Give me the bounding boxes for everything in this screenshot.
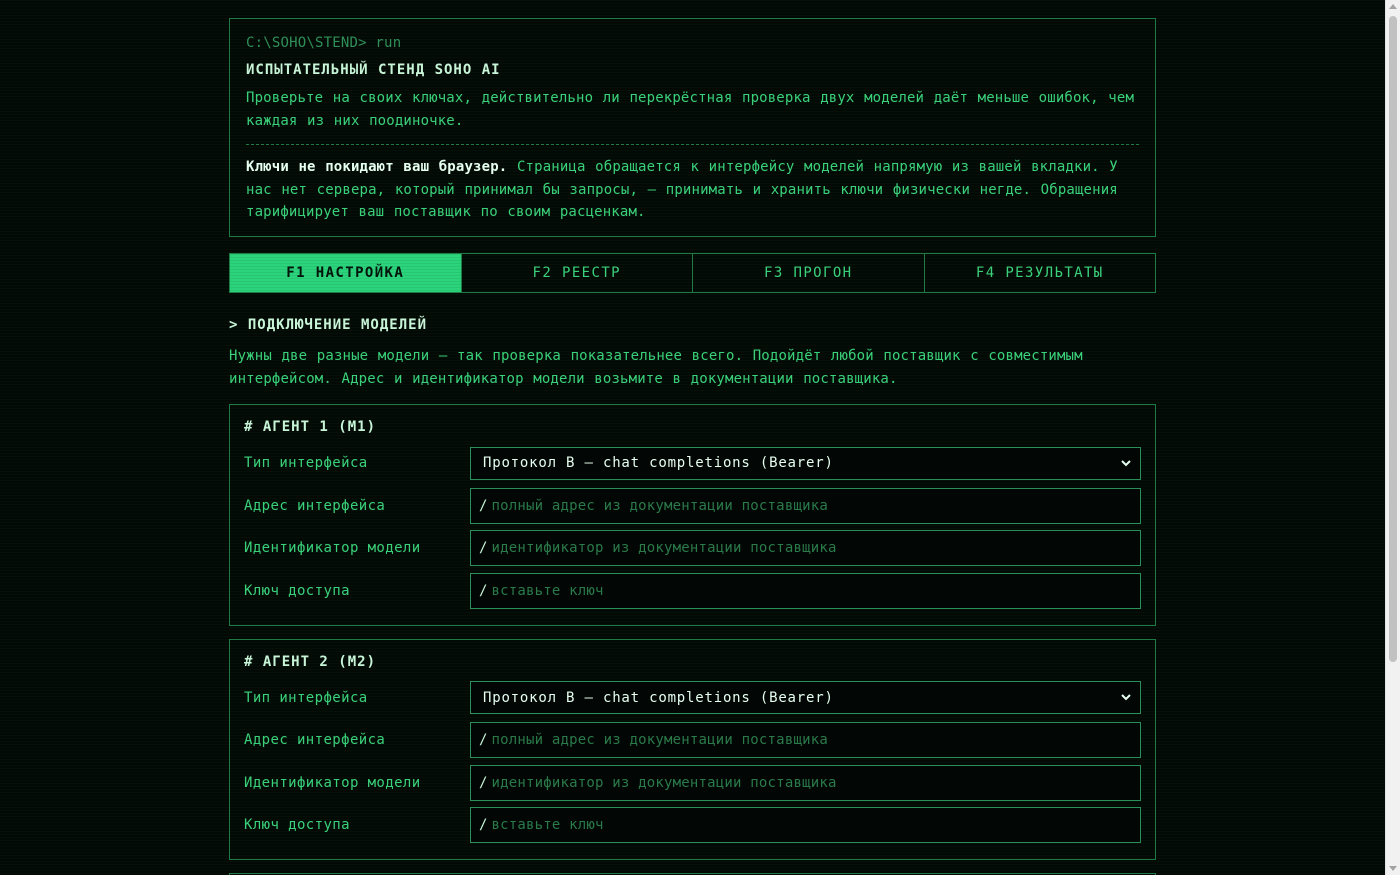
- agent-card-2: # АГЕНТ 2 (M2) Тип интерфейса Протокол B…: [229, 638, 1156, 860]
- intro-description: Проверьте на своих ключах, действительно…: [246, 90, 1135, 129]
- scroll-down-arrow-icon[interactable]: [1389, 866, 1397, 871]
- form-row-model-id: Идентификатор модели /: [244, 764, 1141, 801]
- access-key-field-wrapper: /: [470, 572, 1141, 609]
- intro-panel: C:\SOHO\STEND> run ИСПЫТАТЕЛЬНЫЙ СТЕНД S…: [229, 18, 1156, 237]
- agent-title: # АГЕНТ 1 (M1): [244, 419, 377, 435]
- input-prefix: /: [479, 817, 488, 833]
- input-prefix: /: [479, 540, 488, 556]
- address-label: Адрес интерфейса: [244, 732, 386, 748]
- tab-run[interactable]: F3 ПРОГОН: [693, 254, 925, 292]
- tab-setup[interactable]: F1 НАСТРОЙКА: [230, 254, 462, 292]
- scroll-up-arrow-icon[interactable]: [1389, 4, 1397, 9]
- model-id-input[interactable]: [491, 774, 1132, 791]
- access-key-input[interactable]: [491, 582, 1132, 599]
- tab-bar: F1 НАСТРОЙКА F2 РЕЕСТР F3 ПРОГОН F4 РЕЗУ…: [229, 253, 1156, 293]
- form-row-access-key: Ключ доступа /: [244, 572, 1141, 609]
- model-id-field-wrapper: /: [470, 764, 1141, 801]
- agent-card-1: # АГЕНТ 1 (M1) Тип интерфейса Протокол B…: [229, 404, 1156, 626]
- access-key-input[interactable]: [491, 817, 1132, 833]
- input-prefix: /: [479, 774, 488, 791]
- tab-registry[interactable]: F2 РЕЕСТР: [462, 254, 693, 292]
- input-prefix: /: [479, 582, 488, 599]
- address-field-wrapper: /: [470, 487, 1141, 524]
- form-row-access-key: Ключ доступа /: [244, 807, 1141, 843]
- chevron-down-icon: [1120, 457, 1132, 469]
- interface-type-value: Протокол B — chat completions (Bearer): [483, 689, 834, 706]
- model-id-label: Идентификатор модели: [244, 774, 421, 791]
- model-id-field-wrapper: /: [470, 530, 1141, 566]
- command-prompt: C:\SOHO\STEND> run: [246, 35, 402, 51]
- agent-title: # АГЕНТ 2 (M2): [244, 653, 377, 670]
- form-row-model-id: Идентификатор модели /: [244, 530, 1141, 566]
- tab-results[interactable]: F4 РЕЗУЛЬТАТЫ: [925, 254, 1156, 292]
- form-row-interface-type: Тип интерфейса Протокол B — chat complet…: [244, 680, 1141, 716]
- interface-type-select[interactable]: Протокол B — chat completions (Bearer): [470, 446, 1141, 480]
- address-input[interactable]: [491, 732, 1132, 748]
- interface-type-label: Тип интерфейса: [244, 689, 368, 706]
- interface-type-select[interactable]: Протокол B — chat completions (Bearer): [470, 681, 1141, 714]
- form-row-address: Адрес интерфейса /: [244, 487, 1141, 524]
- access-key-field-wrapper: /: [470, 807, 1141, 843]
- address-label: Адрес интерфейса: [244, 497, 386, 514]
- dashed-divider: [246, 144, 1139, 145]
- app-title: ИСПЫТАТЕЛЬНЫЙ СТЕНД SOHO AI: [246, 62, 501, 78]
- privacy-note: Ключи не покидают ваш браузер. Страница …: [246, 156, 1139, 224]
- access-key-label: Ключ доступа: [244, 817, 350, 833]
- scrollbar-thumb[interactable]: [1389, 16, 1397, 662]
- input-prefix: /: [479, 732, 488, 748]
- address-input[interactable]: [491, 497, 1132, 514]
- page: C:\SOHO\STEND> run ИСПЫТАТЕЛЬНЫЙ СТЕНД S…: [229, 18, 1156, 875]
- privacy-note-strong: Ключи не покидают ваш браузер.: [246, 159, 508, 175]
- form-row-address: Адрес интерфейса /: [244, 722, 1141, 758]
- form-row-interface-type: Тип интерфейса Протокол B — chat complet…: [244, 445, 1141, 481]
- model-id-input[interactable]: [491, 540, 1132, 556]
- section-description: Нужны две разные модели — так проверка п…: [229, 348, 1083, 387]
- model-id-label: Идентификатор модели: [244, 540, 421, 556]
- vertical-scrollbar[interactable]: [1385, 0, 1400, 875]
- section-title: > ПОДКЛЮЧЕНИЕ МОДЕЛЕЙ: [229, 317, 428, 333]
- interface-type-value: Протокол B — chat completions (Bearer): [483, 455, 834, 471]
- access-key-label: Ключ доступа: [244, 582, 350, 599]
- chevron-down-icon: [1120, 692, 1132, 704]
- input-prefix: /: [479, 497, 488, 514]
- address-field-wrapper: /: [470, 722, 1141, 758]
- interface-type-label: Тип интерфейса: [244, 455, 368, 471]
